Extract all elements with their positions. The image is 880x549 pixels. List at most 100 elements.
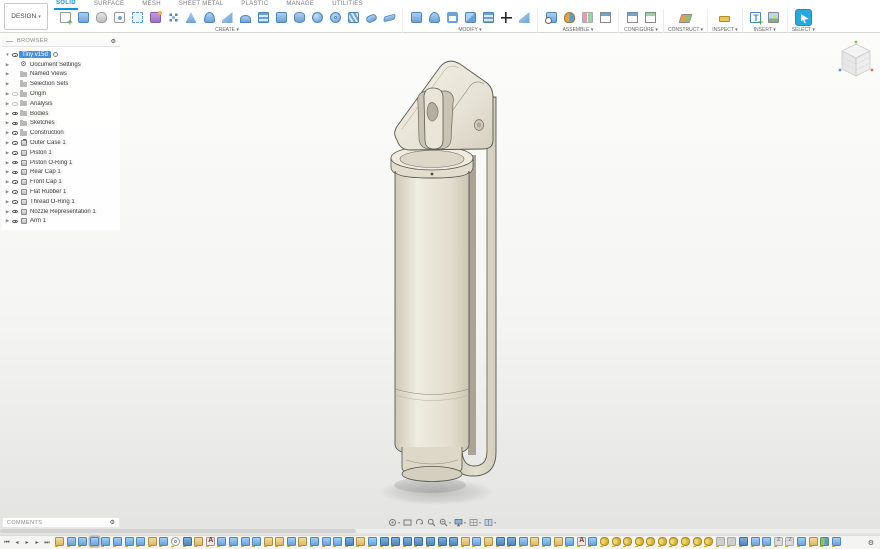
tree-item-selection-sets[interactable]: ▶Selection Sets xyxy=(4,79,118,89)
chevron-expand-icon[interactable]: ▶ xyxy=(4,179,11,185)
tree-item-thread-o-ring-1[interactable]: ▶Thread O-Ring 1 xyxy=(4,197,118,207)
toolbar-group-label[interactable]: ASSEMBLE ▾ xyxy=(563,27,594,33)
timeline-solid-feature[interactable] xyxy=(136,537,145,546)
configuration-icon[interactable] xyxy=(625,10,640,25)
chevron-expand-icon[interactable]: ▶ xyxy=(4,189,11,195)
tree-item-document-settings[interactable]: ▶⚙Document Settings xyxy=(4,60,118,70)
timeline-sketch-feature[interactable] xyxy=(461,537,470,546)
tree-item-nozzle-representation-1[interactable]: ▶Nozzle Representation 1 xyxy=(4,207,118,217)
visibility-eye-icon[interactable] xyxy=(11,210,19,214)
tree-item-front-cap-1[interactable]: ▶Front Cap 1 xyxy=(4,177,118,187)
go-to-start-button[interactable]: ⏮ xyxy=(3,539,11,547)
tab-sheet-metal[interactable]: SHEET METAL xyxy=(177,0,225,9)
visibility-eye-icon[interactable] xyxy=(11,131,19,135)
split-body-icon[interactable] xyxy=(517,10,532,25)
timeline-sketch-feature[interactable] xyxy=(55,537,64,546)
chevron-expand-icon[interactable]: ▶ xyxy=(4,101,11,107)
visibility-eye-icon[interactable] xyxy=(11,171,19,175)
tree-item-sketches[interactable]: ▶Sketches xyxy=(4,119,118,129)
timeline-solid-feature[interactable] xyxy=(322,537,331,546)
timeline-scrollbar-thumb[interactable] xyxy=(0,529,356,533)
timeline-solid-feature[interactable] xyxy=(519,537,528,546)
look-at-icon[interactable] xyxy=(403,518,412,527)
pipe-primitive-icon[interactable] xyxy=(364,10,379,25)
torus-primitive-icon[interactable] xyxy=(328,10,343,25)
insert-derive-icon[interactable] xyxy=(748,10,763,25)
timeline-warning-feature[interactable] xyxy=(206,537,215,546)
timeline-solid-feature[interactable] xyxy=(125,537,134,546)
collapse-panel-icon[interactable]: — xyxy=(6,39,13,44)
cylinder-primitive-icon[interactable] xyxy=(292,10,307,25)
timeline-sketch-feature[interactable] xyxy=(264,537,273,546)
timeline-sketch-feature[interactable] xyxy=(530,537,539,546)
timeline-joint-feature[interactable] xyxy=(704,537,713,546)
model-piston-assembly[interactable] xyxy=(340,45,540,515)
timeline-settings-gear-icon[interactable]: ⚙ xyxy=(868,539,880,547)
tree-item-construction[interactable]: ▶Construction xyxy=(4,128,118,138)
orbit-icon[interactable]: ▾ xyxy=(388,518,400,527)
tree-item-origin[interactable]: ▶Origin xyxy=(4,89,118,99)
timeline-sketch-feature[interactable] xyxy=(554,537,563,546)
visibility-eye-icon[interactable] xyxy=(11,102,19,106)
view-cube[interactable] xyxy=(836,38,876,82)
tree-item-bodies[interactable]: ▶Bodies xyxy=(4,109,118,119)
tree-item-named-views[interactable]: ▶Named Views xyxy=(4,70,118,80)
timeline-sketch-feature[interactable] xyxy=(809,537,818,546)
as-built-joint-icon[interactable] xyxy=(580,10,595,25)
timeline-hole-feature[interactable] xyxy=(171,537,180,546)
timeline-body-feature[interactable] xyxy=(496,537,505,546)
timeline-solid-feature[interactable] xyxy=(588,537,597,546)
chevron-expand-icon[interactable]: ▶ xyxy=(4,111,11,117)
chevron-expand-icon[interactable]: ▶ xyxy=(4,71,11,77)
timeline-body-feature[interactable] xyxy=(449,537,458,546)
construction-plane-icon[interactable] xyxy=(678,10,693,25)
move-copy-icon[interactable] xyxy=(499,10,514,25)
form-icon[interactable] xyxy=(94,10,109,25)
toolbar-group-label[interactable]: CONFIGURE ▾ xyxy=(624,27,658,33)
browser-root-item[interactable]: ▼ Tiny v15d xyxy=(4,50,118,60)
timeline-sketch-feature[interactable] xyxy=(356,537,365,546)
timeline-warning-feature[interactable] xyxy=(577,537,586,546)
chevron-expand-icon[interactable]: ▶ xyxy=(4,81,11,87)
visibility-eye-icon[interactable] xyxy=(11,53,19,57)
tree-item-analysis[interactable]: ▶Analysis xyxy=(4,99,118,109)
tree-item-arm-1[interactable]: ▶Arm 1 xyxy=(4,217,118,227)
configuration-table-icon[interactable] xyxy=(643,10,658,25)
timeline-joint-feature[interactable] xyxy=(623,537,632,546)
toolbar-group-label[interactable]: CREATE ▾ xyxy=(215,27,239,33)
rib-icon[interactable] xyxy=(238,10,253,25)
visibility-eye-icon[interactable] xyxy=(11,151,19,155)
timeline-component-feature[interactable] xyxy=(820,537,829,546)
timeline-body-feature[interactable] xyxy=(380,537,389,546)
press-pull-icon[interactable] xyxy=(409,10,424,25)
chevron-expand-icon[interactable]: ▶ xyxy=(4,150,11,156)
chevron-expand-icon[interactable]: ▶ xyxy=(4,169,11,175)
browser-settings-gear-icon[interactable]: ⚙ xyxy=(111,38,116,45)
viewports-icon[interactable]: ▾ xyxy=(484,518,496,527)
chevron-expand-icon[interactable]: ▶ xyxy=(4,218,11,224)
model-front-cap[interactable] xyxy=(391,146,473,179)
timeline-solid-feature[interactable] xyxy=(751,537,760,546)
timeline-joint-feature[interactable] xyxy=(646,537,655,546)
timeline-body-feature[interactable] xyxy=(426,537,435,546)
step-back-button[interactable]: ◂ xyxy=(13,539,21,547)
timeline-suppressed-feature[interactable] xyxy=(727,537,736,546)
combine-icon[interactable] xyxy=(463,10,478,25)
tab-mesh[interactable]: MESH xyxy=(140,0,163,9)
visibility-eye-icon[interactable] xyxy=(11,180,19,184)
comments-panel[interactable]: COMMENTS ⚙ xyxy=(2,517,120,528)
display-settings-icon[interactable]: ▾ xyxy=(454,518,466,527)
model-nozzle-head[interactable] xyxy=(395,61,493,150)
toolbar-group-label[interactable]: SELECT ▾ xyxy=(792,27,815,33)
tab-manage[interactable]: MANAGE xyxy=(284,0,316,9)
activate-component-radio[interactable] xyxy=(53,52,58,57)
emboss-icon[interactable] xyxy=(382,10,397,25)
extrude-icon[interactable] xyxy=(76,10,91,25)
timeline-solid-feature[interactable] xyxy=(241,537,250,546)
comments-settings-gear-icon[interactable]: ⚙ xyxy=(110,519,115,526)
grid-snaps-icon[interactable]: ▾ xyxy=(469,518,481,527)
timeline-body-feature[interactable] xyxy=(183,537,192,546)
timeline-joint-feature[interactable] xyxy=(612,537,621,546)
timeline-body-feature[interactable] xyxy=(391,537,400,546)
sphere-primitive-icon[interactable] xyxy=(310,10,325,25)
